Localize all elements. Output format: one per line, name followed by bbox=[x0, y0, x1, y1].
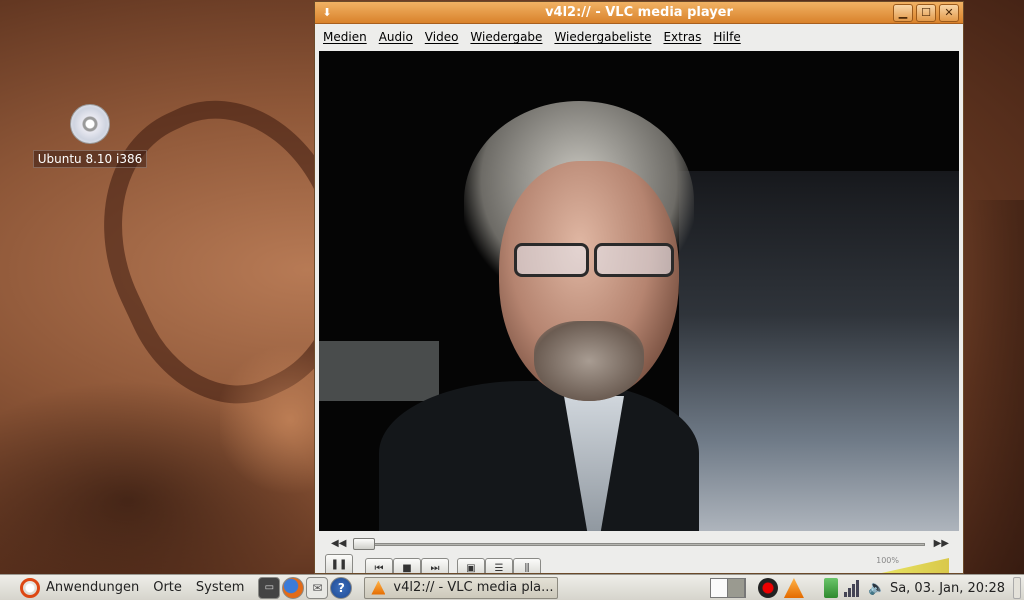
next-button[interactable]: ⏭ bbox=[421, 558, 449, 573]
video-person-beard bbox=[534, 321, 644, 401]
extended-settings-button[interactable]: ⫼ bbox=[513, 558, 541, 573]
stop-button[interactable]: ■ bbox=[393, 558, 421, 573]
ubuntu-logo-icon[interactable] bbox=[20, 577, 40, 598]
mail-launcher-icon[interactable]: ✉ bbox=[306, 576, 329, 599]
volume-icon[interactable]: 🔈 bbox=[868, 578, 885, 598]
volume-slider[interactable] bbox=[859, 558, 949, 573]
seek-forward-icon[interactable]: ▶▶ bbox=[934, 538, 949, 549]
desktop-icon-cd[interactable]: Ubuntu 8.10 i386 bbox=[30, 104, 150, 168]
vlc-cone-icon bbox=[371, 580, 386, 595]
pause-button[interactable]: ❚❚ bbox=[325, 554, 353, 573]
video-person-glasses-right bbox=[594, 243, 674, 277]
menu-medien[interactable]: Medien bbox=[323, 30, 367, 44]
menubar: Medien Audio Video Wiedergabe Wiedergabe… bbox=[315, 24, 963, 50]
battery-icon[interactable] bbox=[823, 578, 838, 598]
bottom-panel: Anwendungen Orte System ▭ ✉ ? v4l2:// - … bbox=[0, 574, 1024, 600]
taskbar-item-vlc[interactable]: v4l2:// - VLC media pla... bbox=[364, 576, 559, 599]
network-icon[interactable] bbox=[843, 579, 862, 597]
panel-menu-anwendungen[interactable]: Anwendungen bbox=[46, 580, 139, 595]
wallpaper-edge bbox=[960, 200, 1024, 574]
workspace-1[interactable] bbox=[710, 579, 728, 597]
seek-row: ◀◀ ▶▶ bbox=[319, 536, 959, 552]
window-titlebar[interactable]: ⬇ v4l2:// - VLC media player ▁ ☐ ✕ bbox=[315, 2, 963, 24]
workspace-2[interactable] bbox=[727, 579, 745, 597]
video-background-object bbox=[319, 341, 439, 401]
seek-bar[interactable] bbox=[353, 543, 925, 546]
panel-menu-system[interactable]: System bbox=[196, 580, 244, 595]
controls-row: ❚❚ ⏮ ■ ⏭ ▣ ☰ ⫼ 100% bbox=[319, 554, 959, 573]
cd-icon bbox=[70, 104, 110, 144]
video-person-glasses-left bbox=[514, 243, 589, 277]
maximize-button[interactable]: ☐ bbox=[916, 4, 936, 22]
video-output[interactable] bbox=[319, 51, 959, 531]
workspace-switcher[interactable] bbox=[709, 578, 746, 598]
menu-video[interactable]: Video bbox=[425, 30, 459, 44]
close-button[interactable]: ✕ bbox=[939, 4, 959, 22]
record-icon[interactable] bbox=[757, 578, 778, 598]
panel-menu-orte[interactable]: Orte bbox=[153, 580, 182, 595]
menu-audio[interactable]: Audio bbox=[379, 30, 413, 44]
system-tray: 🔈 Sa, 03. Jan, 20:28 bbox=[709, 575, 1024, 600]
terminal-launcher-icon[interactable]: ▭ bbox=[258, 576, 281, 599]
playlist-button[interactable]: ☰ bbox=[485, 558, 513, 573]
fullscreen-button[interactable]: ▣ bbox=[457, 558, 485, 573]
menu-wiedergabe[interactable]: Wiedergabe bbox=[470, 30, 542, 44]
menu-hilfe[interactable]: Hilfe bbox=[713, 30, 740, 44]
video-person-body bbox=[379, 381, 699, 531]
vlc-tray-icon[interactable] bbox=[783, 578, 804, 598]
desktop-icon-label: Ubuntu 8.10 i386 bbox=[32, 150, 148, 168]
minimize-button[interactable]: ▁ bbox=[893, 4, 913, 22]
window-title: v4l2:// - VLC media player bbox=[545, 5, 733, 20]
vlc-window: ⬇ v4l2:// - VLC media player ▁ ☐ ✕ Medie… bbox=[314, 1, 964, 574]
firefox-launcher-icon[interactable] bbox=[282, 576, 305, 599]
help-launcher-icon[interactable]: ? bbox=[330, 576, 353, 599]
seek-backward-icon[interactable]: ◀◀ bbox=[331, 538, 346, 549]
volume-label: 100% bbox=[876, 556, 899, 565]
video-background-workshop bbox=[679, 171, 959, 531]
menu-extras[interactable]: Extras bbox=[663, 30, 701, 44]
seek-handle[interactable] bbox=[353, 538, 375, 550]
taskbar-item-label: v4l2:// - VLC media pla... bbox=[393, 580, 554, 595]
panel-clock[interactable]: Sa, 03. Jan, 20:28 bbox=[890, 581, 1005, 596]
panel-handle[interactable] bbox=[1013, 577, 1021, 599]
menu-wiedergabeliste[interactable]: Wiedergabeliste bbox=[554, 30, 651, 44]
previous-button[interactable]: ⏮ bbox=[365, 558, 393, 573]
